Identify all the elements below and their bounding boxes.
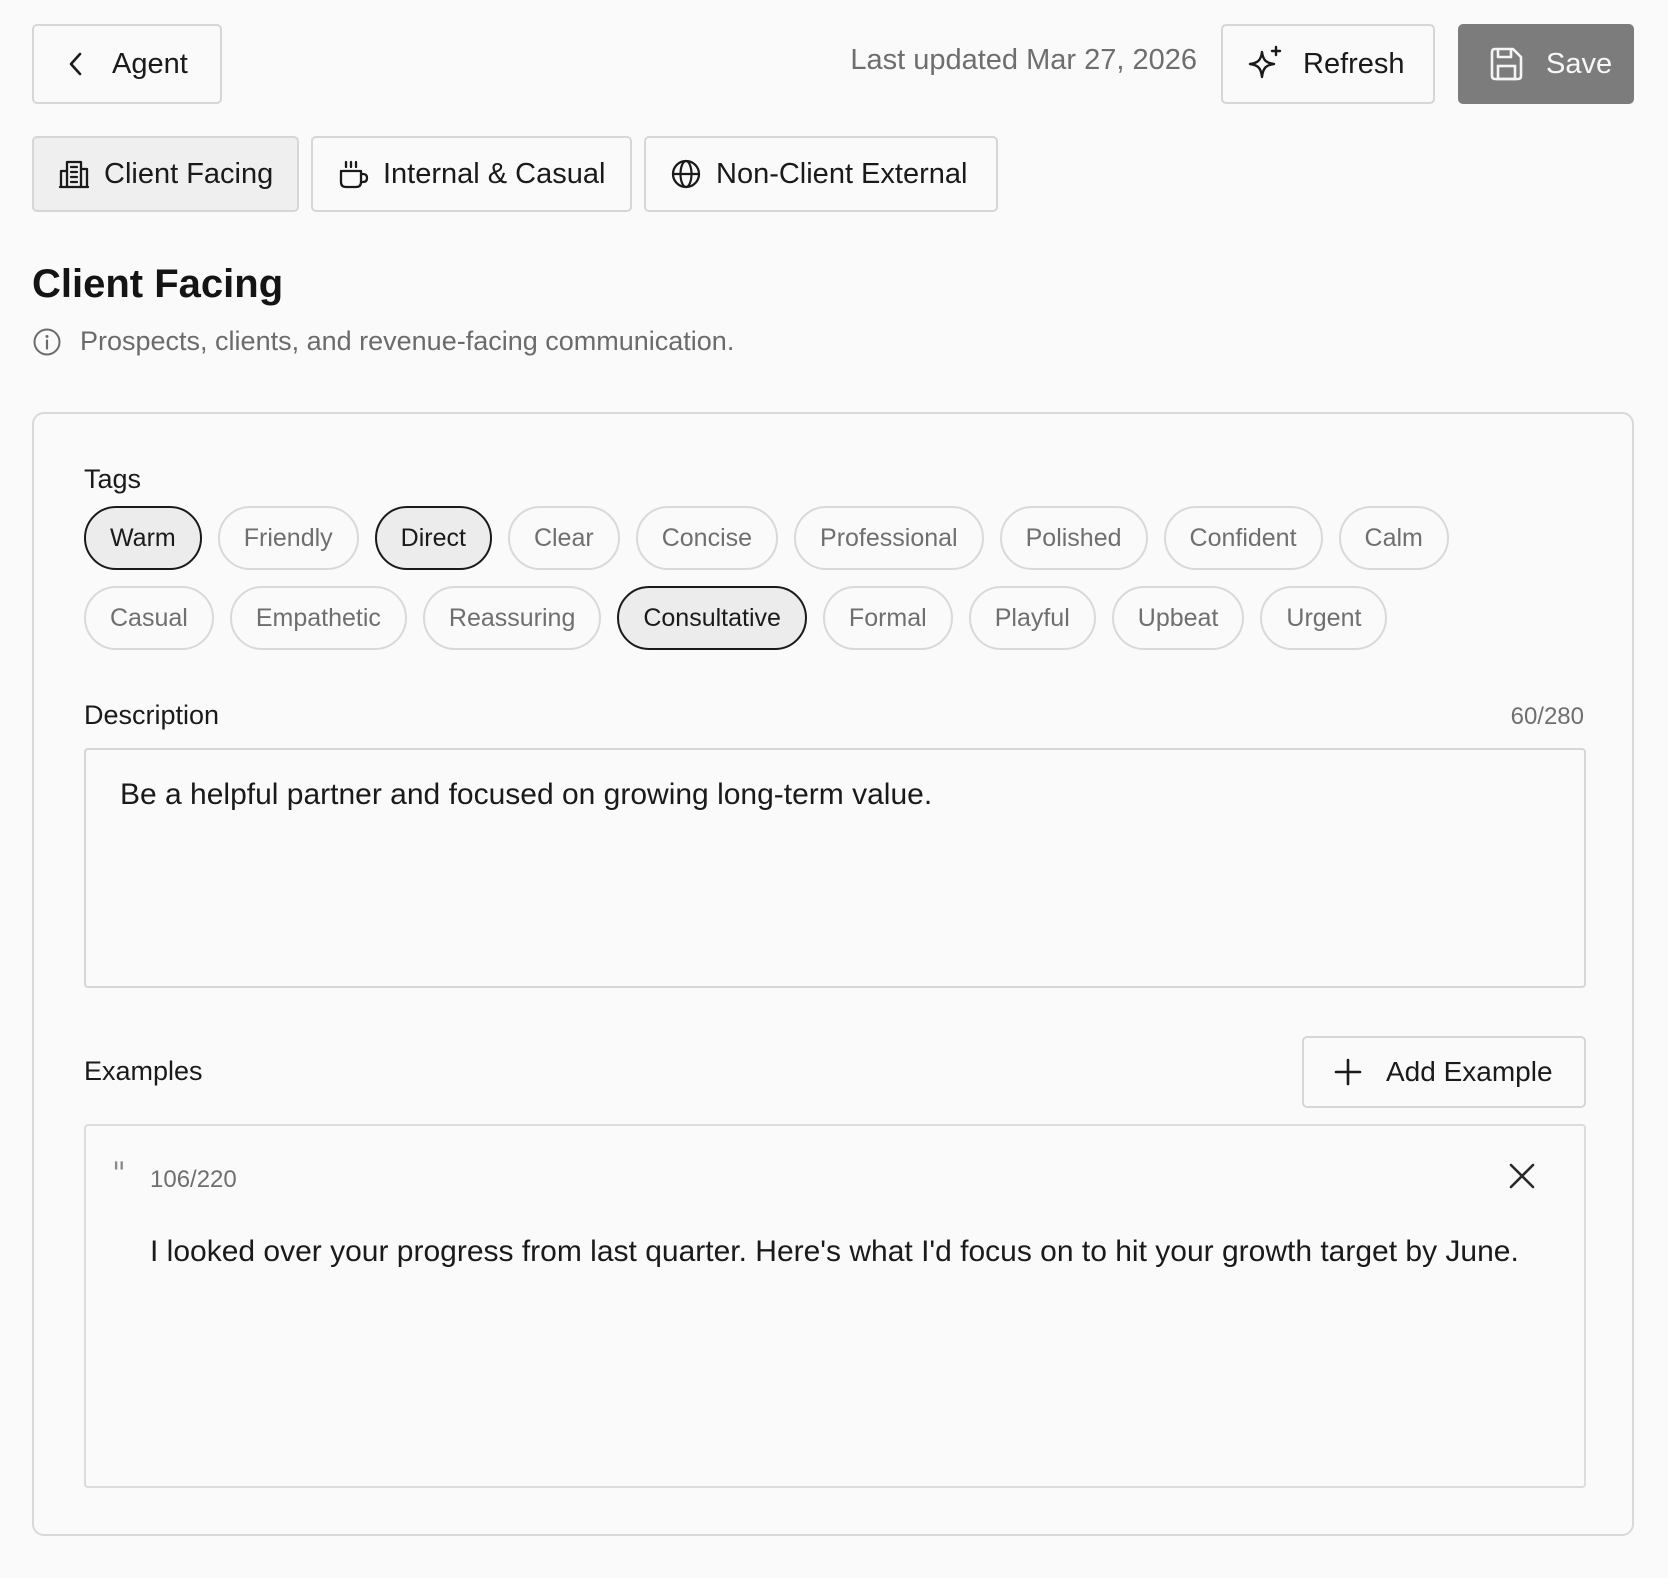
tag-pill-clear[interactable]: Clear [507, 506, 620, 570]
add-example-button[interactable]: Add Example [1302, 1036, 1586, 1108]
examples-label: Examples [84, 1056, 203, 1086]
tag-pill-polished[interactable]: Polished [999, 506, 1148, 570]
close-icon[interactable] [1508, 1162, 1536, 1190]
tags-label: Tags [84, 464, 142, 494]
tag-pill-friendly[interactable]: Friendly [217, 506, 359, 570]
tag-pill-urgent[interactable]: Urgent [1260, 586, 1388, 650]
description-char-count: 60/280 [1510, 703, 1584, 730]
back-to-agent-button[interactable]: Agent [32, 24, 222, 104]
tag-pill-calm[interactable]: Calm [1338, 506, 1449, 570]
section-subtitle: Prospects, clients, and revenue-facing c… [32, 326, 734, 357]
tag-pill-formal[interactable]: Formal [822, 586, 953, 650]
tag-pill-confident[interactable]: Confident [1163, 506, 1323, 570]
back-button-label: Agent [112, 47, 188, 80]
tag-pill-consultative[interactable]: Consultative [617, 586, 807, 650]
section-subtitle-text: Prospects, clients, and revenue-facing c… [80, 326, 735, 356]
tab-internal-casual[interactable]: Internal & Casual [311, 136, 632, 212]
floppy-disk-icon [1490, 47, 1523, 81]
tag-row: Casual Empathetic Reassuring Consultative Fo… [84, 586, 1534, 650]
save-button[interactable]: Save [1458, 24, 1634, 104]
save-button-label: Save [1546, 47, 1613, 80]
tag-pill-reassuring[interactable]: Reassuring [422, 586, 602, 650]
tab-client-facing-label: Client Facing [104, 157, 274, 190]
description-textarea[interactable]: Be a helpful partner and focused on grow… [84, 748, 1586, 988]
tag-pill-concise[interactable]: Concise [635, 506, 779, 570]
add-example-label: Add Example [1386, 1056, 1553, 1087]
refresh-button[interactable]: Refresh [1221, 24, 1435, 104]
tag-pill-empathetic[interactable]: Empathetic [229, 586, 407, 650]
tag-pill-playful[interactable]: Playful [968, 586, 1096, 650]
tag-pill-upbeat[interactable]: Upbeat [1111, 586, 1245, 650]
info-icon [33, 328, 61, 355]
tag-pill-warm[interactable]: Warm [84, 506, 202, 570]
tab-non-client-external-label: Non-Client External [716, 157, 968, 190]
tag-pill-casual[interactable]: Casual [84, 586, 214, 650]
quote-icon: " [112, 1156, 126, 1191]
tone-settings-card: Tags Warm Friendly Direct Clear Concise Profe… [32, 412, 1634, 1536]
globe-icon [671, 159, 701, 189]
tag-pill-professional[interactable]: Professional [794, 506, 984, 570]
tag-pill-direct[interactable]: Direct [374, 506, 492, 570]
last-updated-text: Last updated Mar 27, 2026 [850, 44, 1197, 76]
tab-client-facing[interactable]: Client Facing [32, 136, 299, 212]
coffee-cup-icon [339, 160, 369, 189]
refresh-button-label: Refresh [1303, 47, 1405, 80]
chevron-left-icon [69, 52, 82, 76]
tag-list: Warm Friendly Direct Clear Concise Profession… [84, 506, 1534, 666]
tag-row: Warm Friendly Direct Clear Concise Profession… [84, 506, 1534, 570]
description-label: Description [84, 700, 220, 730]
tab-non-client-external[interactable]: Non-Client External [644, 136, 998, 212]
section-title: Client Facing [32, 262, 284, 306]
tab-internal-casual-label: Internal & Casual [383, 157, 606, 190]
plus-icon [1334, 1058, 1362, 1086]
example-char-count: 106/220 [150, 1166, 237, 1193]
building-icon [58, 160, 90, 189]
example-item: " 106/220 I looked over your progress fr… [84, 1124, 1586, 1488]
example-textarea[interactable]: I looked over your progress from last qu… [150, 1228, 1530, 1276]
sparkles-icon [1248, 45, 1282, 79]
